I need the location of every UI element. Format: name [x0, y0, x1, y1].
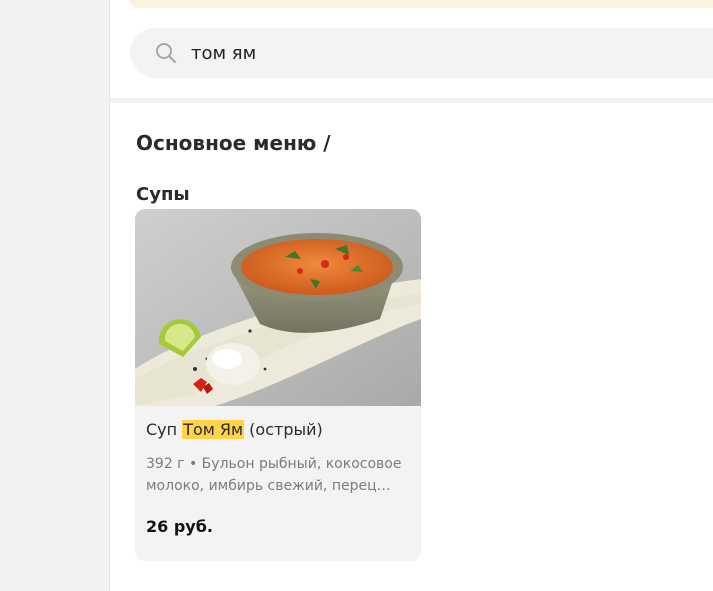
product-price: 26 руб.: [146, 517, 213, 536]
category-title: Супы: [136, 184, 190, 205]
search-icon: [156, 43, 177, 64]
section-divider: [110, 98, 713, 103]
search-input[interactable]: [191, 28, 691, 78]
product-description: 392 г • Бульон рыбный, кокосовое молоко,…: [146, 456, 402, 494]
product-card[interactable]: Суп Том Ям (острый) 392 г • Бульон рыбны…: [135, 209, 421, 561]
search-bar[interactable]: [130, 28, 713, 78]
search-match-highlight: Том Ям: [182, 420, 245, 439]
product-image: [135, 209, 421, 406]
product-title: Суп Том Ям (острый): [146, 420, 323, 439]
notice-banner: [130, 0, 713, 8]
left-sidebar: [0, 0, 110, 591]
breadcrumb[interactable]: Основное меню /: [136, 131, 331, 155]
